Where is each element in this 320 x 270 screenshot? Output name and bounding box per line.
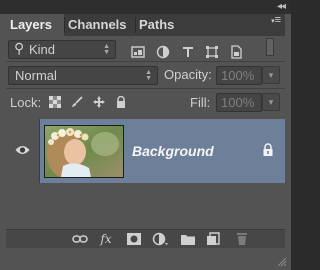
panel-footer xyxy=(0,248,291,270)
smart-object-filter-icon[interactable] xyxy=(229,45,243,59)
trash-icon[interactable] xyxy=(234,232,250,246)
adjustment-icon[interactable] xyxy=(152,232,168,246)
adjustment-filter-icon[interactable] xyxy=(156,45,170,59)
lock-transparent-pixels-icon[interactable] xyxy=(49,96,61,108)
filter-kind-select[interactable]: ⚲ Kind ▲ ▼ xyxy=(8,40,116,59)
blend-mode-select[interactable]: Normal ▲ ▼ xyxy=(8,66,158,85)
tab-label: Layers xyxy=(10,17,52,32)
lock-position-icon[interactable] xyxy=(93,96,105,108)
select-arrows-icon: ▲ ▼ xyxy=(103,43,110,56)
lock-image-pixels-icon[interactable] xyxy=(71,96,83,108)
pixel-filter-icon[interactable] xyxy=(131,45,145,59)
filter-row: ⚲ Kind ▲ ▼ xyxy=(6,36,285,60)
blend-row: Normal ▲ ▼ Opacity: 100% ▾ xyxy=(6,62,285,88)
shape-filter-icon[interactable] xyxy=(205,45,219,59)
collapse-icon[interactable]: ◂◂ xyxy=(277,1,286,12)
filter-toggle-switch[interactable] xyxy=(266,38,274,56)
lock-all-icon[interactable] xyxy=(115,96,127,108)
layers-list: Background xyxy=(6,114,285,229)
fill-label: Fill: xyxy=(190,95,211,110)
eye-icon xyxy=(15,146,30,154)
fill-input[interactable]: 100% xyxy=(216,93,262,112)
search-icon: ⚲ xyxy=(14,40,25,56)
mask-icon[interactable] xyxy=(126,232,142,246)
link-icon[interactable] xyxy=(72,232,88,246)
tab-label: Paths xyxy=(139,17,175,32)
photo-thumbnail-image xyxy=(45,126,123,177)
lock-label: Lock: xyxy=(10,95,42,110)
layers-panel: ◂◂ Layers Channels Paths ▾≡ ⚲ Kind ▲ ▼ N… xyxy=(0,0,291,270)
tab-paths[interactable]: Paths xyxy=(139,14,179,36)
group-icon[interactable] xyxy=(180,232,196,246)
tab-layers[interactable]: Layers xyxy=(6,14,64,36)
tab-channels[interactable]: Channels xyxy=(68,14,134,36)
opacity-value: 100% xyxy=(221,68,255,83)
select-arrows-icon: ▲ ▼ xyxy=(145,69,152,82)
resize-grip-icon[interactable] xyxy=(278,258,286,266)
layer-name[interactable]: Background xyxy=(132,143,214,159)
opacity-input[interactable]: 100% xyxy=(216,66,262,85)
type-filter-icon[interactable] xyxy=(181,45,195,59)
panel-menu-icon[interactable]: ▾≡ xyxy=(271,15,281,26)
tab-bar: Layers Channels Paths ▾≡ xyxy=(6,14,285,36)
fill-dropdown-button[interactable]: ▾ xyxy=(262,93,280,111)
fill-value: 100% xyxy=(221,95,255,110)
fx-icon[interactable]: fx xyxy=(98,232,114,246)
layer-background[interactable]: Background xyxy=(40,119,285,183)
new-layer-icon[interactable] xyxy=(206,232,222,246)
layer-row[interactable]: Background xyxy=(6,119,285,183)
layer-lock-icon xyxy=(263,143,273,156)
tab-divider xyxy=(135,17,136,33)
layer-thumbnail[interactable] xyxy=(44,125,124,178)
opacity-dropdown-button[interactable]: ▾ xyxy=(262,66,280,84)
panel-title-strip: ◂◂ xyxy=(0,0,291,14)
filter-kind-value: Kind xyxy=(29,42,56,57)
divider xyxy=(6,88,285,89)
visibility-toggle[interactable] xyxy=(6,119,40,183)
opacity-label: Opacity: xyxy=(164,67,212,82)
tab-divider xyxy=(64,17,65,33)
layers-bottom-toolbar: fx xyxy=(6,229,285,248)
blend-mode-value: Normal xyxy=(15,68,57,83)
tab-label: Channels xyxy=(68,17,127,32)
